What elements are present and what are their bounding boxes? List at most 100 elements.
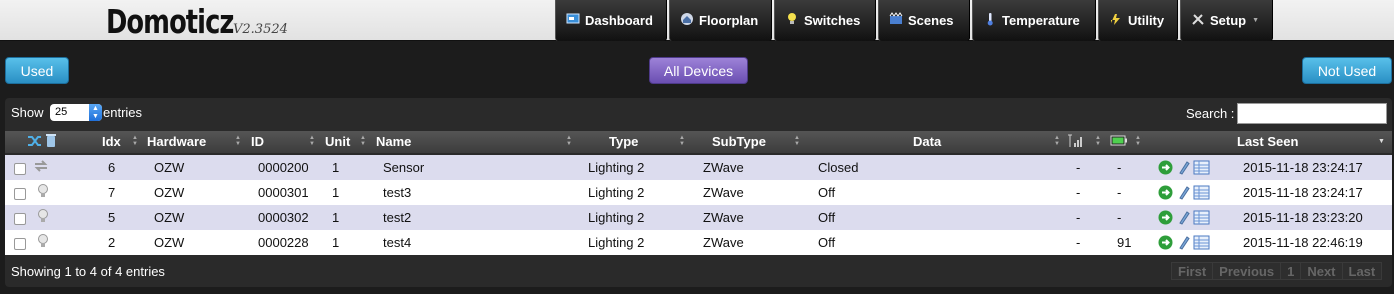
pager-previous[interactable]: Previous bbox=[1213, 263, 1282, 279]
cell-id: 0000302 bbox=[258, 210, 309, 225]
edit-pencil-icon[interactable] bbox=[1176, 160, 1191, 175]
utility-icon bbox=[1111, 13, 1120, 25]
cell-type: Lighting 2 bbox=[588, 185, 645, 200]
lightbulb-icon bbox=[38, 234, 48, 247]
cell-name: test4 bbox=[383, 235, 412, 250]
cell-signal: - bbox=[1076, 160, 1081, 175]
log-table-icon[interactable] bbox=[1193, 235, 1210, 250]
page-length-select[interactable]: 25 ▲ ▼ bbox=[50, 104, 102, 121]
tab-temperature-label: Temperature bbox=[1002, 13, 1080, 28]
tab-utility[interactable]: Utility bbox=[1098, 0, 1178, 41]
cell-last-seen: 2015-11-18 23:23:20 bbox=[1243, 210, 1363, 225]
used-filter-button[interactable]: Used bbox=[5, 57, 69, 84]
entries-label: entries bbox=[103, 105, 143, 120]
add-icon[interactable] bbox=[1158, 235, 1173, 250]
header-bar: Domoticz V2.3524 Dashboard Floorplan Swi… bbox=[0, 0, 1394, 41]
col-last-seen[interactable]: Last Seen bbox=[1237, 134, 1298, 150]
log-table-icon[interactable] bbox=[1193, 185, 1210, 200]
search-label: Search : bbox=[1186, 106, 1235, 121]
cell-battery: - bbox=[1117, 185, 1122, 200]
tab-scenes[interactable]: Scenes bbox=[878, 0, 970, 41]
log-table-icon[interactable] bbox=[1193, 160, 1210, 175]
tab-temperature[interactable]: Temperature bbox=[972, 0, 1096, 41]
row-checkbox[interactable] bbox=[14, 188, 26, 200]
edit-pencil-icon[interactable] bbox=[1176, 210, 1191, 225]
shuffle-icon[interactable] bbox=[27, 134, 43, 148]
table-header: Idx ▲ ▼ Hardware ▲ ▼ ID ▲ ▼ Unit ▲ ▼ Name ▲ ▼… bbox=[5, 131, 1392, 153]
pager-next[interactable]: Next bbox=[1301, 263, 1343, 279]
tab-setup-label: Setup bbox=[1210, 13, 1247, 28]
app-title: Domoticz bbox=[106, 2, 234, 41]
col-idx[interactable]: Idx bbox=[102, 134, 121, 150]
row-checkbox[interactable] bbox=[14, 163, 26, 175]
table-controls: Show 25 ▲ ▼ entries Search : bbox=[5, 98, 1392, 130]
cell-idx: 7 bbox=[108, 185, 116, 200]
row-checkbox[interactable] bbox=[14, 213, 26, 225]
cell-subtype: ZWave bbox=[703, 210, 744, 225]
table-row: 5 OZW 0000302 1 test2 Lighting 2 ZWave O… bbox=[5, 205, 1392, 230]
cell-data: Off bbox=[818, 235, 836, 250]
col-type[interactable]: Type bbox=[609, 134, 638, 150]
pager-page-1[interactable]: 1 bbox=[1281, 263, 1302, 279]
cell-signal: - bbox=[1076, 235, 1081, 250]
cell-idx: 6 bbox=[108, 160, 116, 175]
app-version: V2.3524 bbox=[233, 22, 288, 37]
lightbulb-icon bbox=[38, 209, 48, 222]
add-icon[interactable] bbox=[1158, 210, 1173, 225]
cell-hardware: OZW bbox=[154, 160, 185, 175]
cell-type: Lighting 2 bbox=[588, 235, 645, 250]
page: Domoticz V2.3524 Dashboard Floorplan Swi… bbox=[0, 0, 1394, 294]
row-checkbox[interactable] bbox=[14, 238, 26, 250]
col-id[interactable]: ID bbox=[251, 134, 264, 150]
col-data[interactable]: Data bbox=[913, 134, 941, 150]
pager-last[interactable]: Last bbox=[1343, 263, 1382, 279]
cell-type: Lighting 2 bbox=[588, 210, 645, 225]
cell-id: 0000301 bbox=[258, 185, 309, 200]
cell-data: Off bbox=[818, 185, 836, 200]
all-devices-filter-button[interactable]: All Devices bbox=[649, 57, 748, 84]
cell-last-seen: 2015-11-18 22:46:19 bbox=[1243, 235, 1363, 250]
signal-strength-icon[interactable] bbox=[1068, 134, 1084, 148]
pager-first[interactable]: First bbox=[1172, 263, 1214, 279]
cell-last-seen: 2015-11-18 23:24:17 bbox=[1243, 185, 1363, 200]
sort-icon: ▲ ▼ bbox=[1095, 135, 1101, 147]
edit-pencil-icon[interactable] bbox=[1176, 185, 1191, 200]
table-row: 2 OZW 0000228 1 test4 Lighting 2 ZWave O… bbox=[5, 230, 1392, 255]
col-hardware[interactable]: Hardware bbox=[147, 134, 206, 150]
not-used-filter-button[interactable]: Not Used bbox=[1302, 57, 1392, 84]
tab-switches[interactable]: Switches bbox=[774, 0, 876, 41]
search-input[interactable] bbox=[1237, 103, 1387, 124]
cell-battery: - bbox=[1117, 210, 1122, 225]
col-name[interactable]: Name bbox=[376, 134, 411, 150]
page-length-value: 25 bbox=[55, 106, 68, 118]
col-subtype[interactable]: SubType bbox=[712, 134, 766, 150]
tab-setup[interactable]: Setup ▼ bbox=[1180, 0, 1273, 41]
col-unit[interactable]: Unit bbox=[325, 134, 350, 150]
log-table-icon[interactable] bbox=[1193, 210, 1210, 225]
cell-hardware: OZW bbox=[154, 210, 185, 225]
cell-hardware: OZW bbox=[154, 185, 185, 200]
trash-icon[interactable] bbox=[46, 133, 56, 148]
add-icon[interactable] bbox=[1158, 185, 1173, 200]
sort-icon: ▲ ▼ bbox=[794, 135, 800, 147]
cell-idx: 5 bbox=[108, 210, 116, 225]
battery-icon[interactable] bbox=[1110, 135, 1128, 146]
sort-icon: ▲ ▼ bbox=[309, 135, 315, 147]
table-row: 6 OZW 0000200 1 Sensor Lighting 2 ZWave … bbox=[5, 155, 1392, 180]
sort-icon: ▲ ▼ bbox=[132, 135, 138, 147]
tab-dashboard[interactable]: Dashboard bbox=[555, 0, 667, 41]
add-icon[interactable] bbox=[1158, 160, 1173, 175]
cell-signal: - bbox=[1076, 210, 1081, 225]
show-label: Show bbox=[11, 105, 44, 120]
cell-unit: 1 bbox=[332, 185, 340, 200]
edit-pencil-icon[interactable] bbox=[1176, 235, 1191, 250]
cell-unit: 1 bbox=[332, 235, 340, 250]
pagination: First Previous 1 Next Last bbox=[1171, 262, 1383, 280]
sort-icon: ▲ ▼ bbox=[1135, 135, 1141, 147]
chevron-down-icon: ▼ bbox=[1252, 17, 1260, 24]
cell-battery: 91 bbox=[1117, 235, 1132, 250]
tab-floorplan[interactable]: Floorplan bbox=[669, 0, 772, 41]
cell-subtype: ZWave bbox=[703, 185, 744, 200]
lightbulb-icon bbox=[788, 12, 796, 24]
cell-id: 0000200 bbox=[258, 160, 309, 175]
